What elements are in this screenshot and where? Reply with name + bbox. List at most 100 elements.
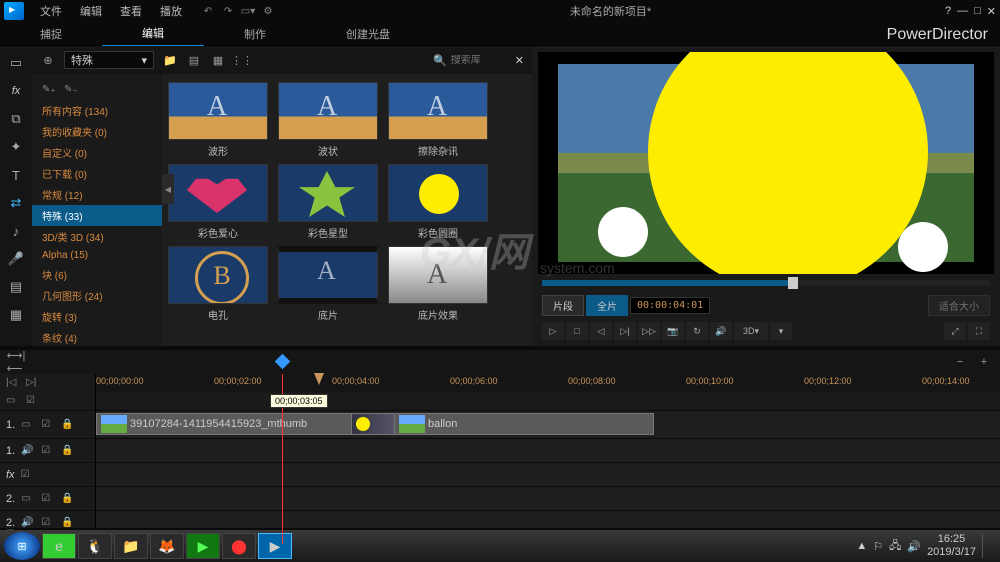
taskbar-app-1[interactable]: e xyxy=(42,533,76,559)
fast-fwd-icon[interactable]: ▷▷ xyxy=(638,322,660,340)
chapter-room-icon[interactable]: ▦ xyxy=(6,306,26,324)
preview-viewport[interactable] xyxy=(538,52,994,274)
segment-button[interactable]: 片段 xyxy=(542,295,584,316)
tab-disc[interactable]: 创建光盘 xyxy=(306,22,430,46)
volume-icon[interactable]: 🔊 xyxy=(710,322,732,340)
close-icon[interactable]: ✕ xyxy=(987,5,996,18)
transition-room-icon[interactable]: ⇄ xyxy=(6,194,26,212)
category-item[interactable]: 3D/类 3D (34) xyxy=(32,226,162,247)
new-folder-icon[interactable]: 📁 xyxy=(162,52,178,68)
thumbnail-item[interactable]: 彩色圆圈 xyxy=(386,164,490,240)
grid-view-icon[interactable]: ▦ xyxy=(210,52,226,68)
thumbnail-item[interactable]: 波状 xyxy=(276,82,380,158)
menu-file[interactable]: 文件 xyxy=(32,1,70,21)
marker-next-icon[interactable]: ▷| xyxy=(26,377,40,389)
video-track-icon[interactable]: ▭ xyxy=(21,419,35,431)
thumbnail-item[interactable]: 波形 xyxy=(166,82,270,158)
tray-volume-icon[interactable]: 🔊 xyxy=(907,540,921,553)
taskbar-explorer[interactable]: 📁 xyxy=(114,533,148,559)
collapse-panel-icon[interactable]: ◀ xyxy=(162,174,174,204)
lock-icon[interactable]: 🔒 xyxy=(61,419,75,431)
menu-view[interactable]: 查看 xyxy=(112,1,150,21)
seek-bar[interactable] xyxy=(542,280,990,286)
aspect-combo[interactable]: ▭▾ xyxy=(240,3,256,19)
category-item[interactable]: 自定义 (0) xyxy=(32,142,162,163)
thumbnail-item[interactable]: 擦除杂讯 xyxy=(386,82,490,158)
category-combo[interactable]: 特殊▾ xyxy=(64,51,154,69)
prev-frame-icon[interactable]: ◁ xyxy=(590,322,612,340)
import-icon[interactable]: ⊕ xyxy=(40,52,56,68)
loop-icon[interactable]: ↻ xyxy=(686,322,708,340)
category-item[interactable]: 条纹 (4) xyxy=(32,327,162,346)
tray-network-icon[interactable]: 🖧 xyxy=(889,537,901,556)
category-item[interactable]: 特殊 (33) xyxy=(32,205,162,226)
audio-room-icon[interactable]: ♪ xyxy=(6,222,26,240)
undock-icon[interactable]: ⤢ xyxy=(944,322,966,340)
transition-clip[interactable] xyxy=(351,413,395,435)
snapshot-icon[interactable]: 📷 xyxy=(662,322,684,340)
media-room-icon[interactable]: ▭ xyxy=(6,54,26,72)
menu-play[interactable]: 播放 xyxy=(152,1,190,21)
taskbar-app-2[interactable]: 🐧 xyxy=(78,533,112,559)
category-item[interactable]: 我的收藏夹 (0) xyxy=(32,121,162,142)
fullscreen-icon[interactable]: ⛶ xyxy=(968,322,990,340)
category-item[interactable]: Alpha (15) xyxy=(32,247,162,264)
track-check-icon[interactable]: ▭ xyxy=(6,395,20,407)
thumbnail-item[interactable]: 底片效果 xyxy=(386,246,490,322)
maximize-icon[interactable]: □ xyxy=(974,5,981,18)
tab-produce[interactable]: 制作 xyxy=(204,22,306,46)
clip-2[interactable]: ballon xyxy=(394,413,654,435)
taskbar-powerdirector[interactable]: ▶ xyxy=(258,533,292,559)
next-frame-icon[interactable]: ▷| xyxy=(614,322,636,340)
settings-icon[interactable]: ⚙ xyxy=(260,3,276,19)
tray-up-icon[interactable]: ▲ xyxy=(856,540,867,552)
particle-room-icon[interactable]: ✦ xyxy=(6,138,26,156)
search-clear-icon[interactable]: ✕ xyxy=(515,54,524,67)
category-item[interactable]: 所有内容 (134) xyxy=(32,100,162,121)
tray-flag-icon[interactable]: ⚐ xyxy=(873,540,883,553)
fx-room-icon[interactable]: fx xyxy=(6,82,26,100)
voice-room-icon[interactable]: 🎤 xyxy=(6,250,26,268)
quality-combo[interactable]: ▾ xyxy=(770,322,792,340)
audio-track-icon[interactable]: 🔊 xyxy=(21,445,35,457)
category-item[interactable]: 已下载 (0) xyxy=(32,163,162,184)
thumbnail-item[interactable]: 彩色星型 xyxy=(276,164,380,240)
marker-icon[interactable] xyxy=(314,373,324,385)
help-icon[interactable]: ? xyxy=(945,5,951,18)
start-button[interactable]: ⊞ xyxy=(4,532,40,560)
tray-clock[interactable]: 16:252019/3/17 xyxy=(927,533,976,559)
subtitle-room-icon[interactable]: ▤ xyxy=(6,278,26,296)
play-icon[interactable]: ▷ xyxy=(542,322,564,340)
thumbnail-item[interactable]: 彩色爱心 xyxy=(166,164,270,240)
taskbar-firefox[interactable]: 🦊 xyxy=(150,533,184,559)
show-desktop[interactable] xyxy=(982,534,990,558)
marker-prev-icon[interactable]: |◁ xyxy=(6,377,20,389)
tab-capture[interactable]: 捕捉 xyxy=(0,22,102,46)
taskbar-app-3[interactable]: ▶ xyxy=(186,533,220,559)
search-input[interactable] xyxy=(451,55,511,66)
detail-view-icon[interactable]: ▤ xyxy=(186,52,202,68)
clip-1[interactable]: 39107284-1411954415923_mthumb xyxy=(96,413,378,435)
pen-del-icon[interactable]: ✎₋ xyxy=(64,84,78,96)
time-ruler[interactable]: 00;00;00:0000;00;02:0000;00;04:0000;00;0… xyxy=(96,374,1000,392)
category-item[interactable]: 块 (6) xyxy=(32,264,162,285)
stop-icon[interactable]: □ xyxy=(566,322,588,340)
category-item[interactable]: 旋转 (3) xyxy=(32,306,162,327)
fit-size-combo[interactable]: 适合大小 xyxy=(928,295,990,316)
3d-combo[interactable]: 3D▾ xyxy=(734,322,768,340)
full-button[interactable]: 全片 xyxy=(586,295,628,316)
zoom-out-icon[interactable]: − xyxy=(952,354,968,370)
sort-icon[interactable]: ⋮⋮ xyxy=(234,52,250,68)
pip-room-icon[interactable]: ⧉ xyxy=(6,110,26,128)
split-tool-icon[interactable]: ⟷|⟵ xyxy=(8,354,24,370)
minimize-icon[interactable]: — xyxy=(957,5,968,18)
taskbar-record[interactable]: ⬤ xyxy=(222,533,256,559)
category-item[interactable]: 常规 (12) xyxy=(32,184,162,205)
zoom-in-icon[interactable]: + xyxy=(976,354,992,370)
redo-icon[interactable]: ↷ xyxy=(220,3,236,19)
undo-icon[interactable]: ↶ xyxy=(200,3,216,19)
pen-add-icon[interactable]: ✎₊ xyxy=(42,84,56,96)
category-item[interactable]: 几何图形 (24) xyxy=(32,285,162,306)
search-box[interactable]: 🔍 ✕ xyxy=(433,54,524,67)
tab-edit[interactable]: 编辑 xyxy=(102,21,204,47)
